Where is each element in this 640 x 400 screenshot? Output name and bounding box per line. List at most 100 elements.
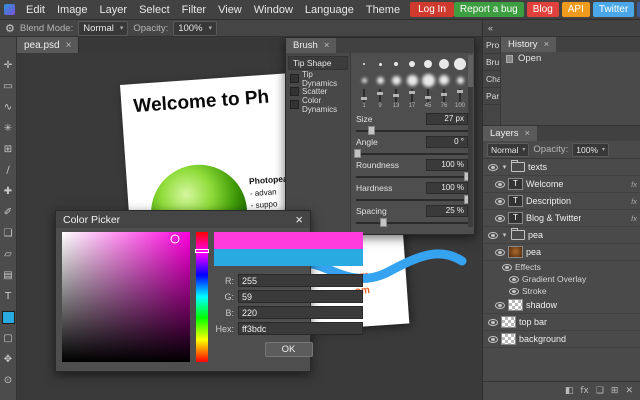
brush-tip-preset[interactable]: [436, 56, 452, 72]
layer-blend-mode-select[interactable]: Normal: [487, 143, 529, 157]
menu-item-filter[interactable]: Filter: [176, 0, 212, 20]
slider-handle[interactable]: [441, 93, 447, 96]
checkbox-icon[interactable]: [290, 74, 299, 83]
slider-track[interactable]: [356, 176, 468, 178]
history-panel-tab[interactable]: History ×: [501, 37, 556, 52]
slider-handle[interactable]: [380, 218, 387, 227]
panel-tab-cha[interactable]: Cha: [483, 71, 500, 88]
eyedropper-tool[interactable]: ∕: [0, 160, 17, 181]
menu-item-window[interactable]: Window: [248, 0, 299, 20]
layer-row-top-bar[interactable]: top bar: [483, 314, 640, 331]
magic-wand-tool[interactable]: ✳: [0, 118, 17, 139]
brush-option-tip-dynamics[interactable]: Tip Dynamics: [286, 72, 350, 85]
type-tool[interactable]: T: [0, 286, 17, 307]
visibility-eye-icon[interactable]: [495, 302, 505, 309]
close-dialog-icon[interactable]: ×: [295, 211, 303, 228]
brush-tip-preset[interactable]: [388, 72, 404, 88]
new-color-swatch[interactable]: [214, 232, 363, 249]
close-tab-icon[interactable]: ×: [66, 40, 72, 51]
blend-mode-select[interactable]: Normal: [78, 21, 128, 36]
slider-value[interactable]: 27 px: [426, 113, 468, 125]
menu-item-language[interactable]: Language: [299, 0, 360, 20]
close-panel-icon[interactable]: ×: [324, 40, 330, 51]
gradient-tool[interactable]: ▤: [0, 265, 17, 286]
layer-row-texts[interactable]: ▾texts: [483, 159, 640, 176]
slider-handle[interactable]: [457, 90, 463, 93]
brush-tip-preset[interactable]: [452, 56, 468, 72]
menu-item-layer[interactable]: Layer: [94, 0, 134, 20]
panel-scrollbar[interactable]: [468, 55, 473, 227]
close-panel-icon[interactable]: ×: [544, 39, 550, 50]
close-panel-icon[interactable]: ×: [525, 128, 531, 139]
layer-row-blog-twitter[interactable]: TBlog & Twitterfx: [483, 210, 640, 227]
brush-tip-preset[interactable]: [372, 56, 388, 72]
ok-button[interactable]: OK: [265, 342, 313, 357]
brush-tip-preset[interactable]: [356, 56, 372, 72]
brush-tip-preset[interactable]: [420, 56, 436, 72]
slider-track[interactable]: [356, 222, 468, 224]
visibility-eye-icon[interactable]: [495, 181, 505, 188]
menu-item-view[interactable]: View: [212, 0, 248, 20]
move-tool[interactable]: ✛: [0, 55, 17, 76]
brush-size-slider[interactable]: 76: [436, 89, 452, 109]
slider-handle[interactable]: [361, 97, 367, 100]
brush-size-slider[interactable]: 1: [356, 89, 372, 109]
brush-tip-preset[interactable]: [420, 72, 436, 88]
brush-tip-preset[interactable]: [404, 72, 420, 88]
layer-row-background[interactable]: background: [483, 331, 640, 348]
panel-tab-par[interactable]: Par: [483, 88, 500, 105]
layer-row-pea[interactable]: ▾pea: [483, 227, 640, 244]
menu-item-select[interactable]: Select: [133, 0, 176, 20]
document-tab[interactable]: pea.psd ×: [17, 37, 79, 53]
layer-row-pea[interactable]: pea: [483, 244, 640, 261]
link-twitter[interactable]: Twitter: [593, 2, 634, 17]
menu-item-image[interactable]: Image: [51, 0, 94, 20]
marquee-select-tool[interactable]: ▭: [0, 76, 17, 97]
color-field-input-r[interactable]: [238, 274, 363, 287]
add-mask-icon[interactable]: ◧: [565, 386, 574, 396]
brush-size-slider[interactable]: 9: [372, 89, 388, 109]
slider-value[interactable]: 100 %: [426, 159, 468, 171]
visibility-eye-icon[interactable]: [509, 288, 519, 295]
slider-value[interactable]: 25 %: [426, 205, 468, 217]
layer-row-welcome[interactable]: TWelcomefx: [483, 176, 640, 193]
shape-tool[interactable]: ▢: [0, 328, 17, 349]
zoom-tool[interactable]: ⊙: [0, 370, 17, 391]
visibility-eye-icon[interactable]: [502, 264, 512, 271]
eraser-tool[interactable]: ▱: [0, 244, 17, 265]
brush-tool[interactable]: ✐: [0, 202, 17, 223]
slider-track[interactable]: [356, 130, 468, 132]
layers-panel-tab[interactable]: Layers ×: [483, 126, 537, 141]
crop-tool[interactable]: ⊞: [0, 139, 17, 160]
login-button[interactable]: Log In: [410, 2, 454, 17]
clone-stamp-tool[interactable]: ❏: [0, 223, 17, 244]
brush-tip-preset[interactable]: [372, 72, 388, 88]
expand-caret-icon[interactable]: ▾: [501, 231, 508, 239]
slider-handle[interactable]: [368, 126, 375, 135]
collapse-panels-icon[interactable]: [488, 23, 493, 33]
visibility-eye-icon[interactable]: [495, 249, 505, 256]
slider-track[interactable]: [356, 153, 468, 155]
visibility-eye-icon[interactable]: [488, 336, 498, 343]
link-blog[interactable]: Blog: [527, 2, 559, 17]
brush-size-slider[interactable]: 17: [404, 89, 420, 109]
slider-handle[interactable]: [354, 149, 361, 158]
slider-handle[interactable]: [425, 96, 431, 99]
layer-row-stroke[interactable]: Stroke: [483, 285, 640, 297]
color-field-input-b[interactable]: [238, 306, 363, 319]
history-step-open[interactable]: Open: [501, 52, 640, 66]
layer-row-description[interactable]: TDescriptionfx: [483, 193, 640, 210]
brush-panel-header[interactable]: Brush ×: [286, 38, 474, 53]
visibility-eye-icon[interactable]: [495, 215, 505, 222]
brush-size-slider[interactable]: 45: [420, 89, 436, 109]
slider-handle[interactable]: [409, 91, 415, 94]
checkbox-icon[interactable]: [290, 87, 299, 96]
color-picker-titlebar[interactable]: Color Picker ×: [56, 211, 310, 228]
hand-tool[interactable]: ✥: [0, 349, 17, 370]
visibility-eye-icon[interactable]: [488, 164, 498, 171]
brush-size-slider[interactable]: 100: [452, 89, 468, 109]
panel-tab-bru[interactable]: Bru: [483, 54, 500, 71]
new-layer-icon[interactable]: ⊞: [611, 386, 619, 396]
slider-handle[interactable]: [377, 92, 383, 95]
brush-tip-preset[interactable]: [404, 56, 420, 72]
